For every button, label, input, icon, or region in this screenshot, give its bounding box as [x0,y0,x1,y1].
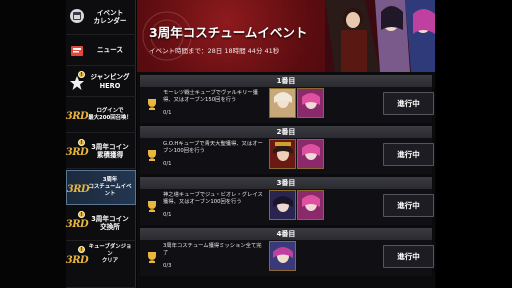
mission-description: 3周年コスチューム獲得ミッション全て完了 [163,243,262,257]
reward-thumbnails [269,241,325,271]
mission-status-button[interactable]: 進行中 [383,194,434,217]
reward-trophy-icon [148,201,156,212]
mission-list: 1番目 モーレツ戦士キューブでヴァルキリー獲得、又はオーブン150回を行う 0/… [137,72,435,288]
3rd-anniversary-icon: 3RD [65,218,89,230]
mission-header: 4番目 [140,228,432,240]
event-timer: イベント時間まで：28日 18時間 44分 41秒 [149,45,279,55]
news-icon [68,42,86,60]
3rd-anniversary-icon: 3RD [66,183,90,195]
mission-description: 神之塔キューブでジュ・ビオレ・グレイス獲得、又はオーブン100回を行う [163,192,263,206]
mission-status-button[interactable]: 進行中 [383,92,434,115]
costume-thumbnail [297,190,324,220]
mission-card: 1番目 モーレツ戦士キューブでヴァルキリー獲得、又はオーブン150回を行う 0/… [140,75,434,123]
sidebar-item-cube-dungeon[interactable]: 3RD ! キューブダンジョン クリア [66,242,136,288]
sidebar-item-label: 3周年コイン 累積獲得 [91,142,129,159]
right-pane [436,0,512,288]
mission-header: 3番目 [140,177,432,189]
mission-progress: 0/3 [163,263,172,269]
sidebar-item-label: 3周年 コスチュームイベント [88,177,132,197]
costume-thumbnail [269,88,296,118]
sidebar-item-login-summon[interactable]: 3RD ログインで 最大200回召喚！ [66,98,136,133]
notification-badge: ! [78,139,85,146]
mission-header: 1番目 [140,75,432,87]
costume-thumbnail [297,88,324,118]
mission-description: G.O.Hキューブで青天大聖獲得、又はオーブン100回を行う [163,141,263,155]
sidebar-item-event-calendar[interactable]: イベント カレンダー [66,0,136,35]
sidebar-item-label: 3周年コイン 交換所 [91,214,129,231]
page-title: 3周年コスチュームイベント [149,25,308,40]
sidebar: イベント カレンダー ニュース ! ジャンピング HERO 3RD ログインで … [66,0,136,288]
sidebar-item-label: ニュース [96,46,124,55]
mission-card: 3番目 神之塔キューブでジュ・ビオレ・グレイス獲得、又はオーブン100回を行う … [140,177,434,225]
mission-progress: 0/1 [163,110,172,116]
sidebar-item-coin-accumulate[interactable]: 3RD ! 3周年コイン 累積獲得 [66,134,136,169]
mission-description: モーレツ戦士キューブでヴァルキリー獲得、又はオーブン150回を行う [163,90,259,104]
timer-label: イベント時間まで： [149,47,208,55]
reward-thumbnails [269,88,325,118]
reward-trophy-icon [148,99,156,110]
screen: イベント カレンダー ニュース ! ジャンピング HERO 3RD ログインで … [0,0,512,288]
featured-characters-art [325,0,435,72]
sidebar-item-coin-exchange[interactable]: 3RD ! 3周年コイン 交換所 [66,206,136,241]
sidebar-item-label: キューブダンジョン クリア [88,244,132,264]
mission-card: 2番目 G.O.Hキューブで青天大聖獲得、又はオーブン100回を行う 0/1 進… [140,126,434,174]
notification-badge: ! [78,246,85,253]
sidebar-item-costume-event[interactable]: 3RD 3周年 コスチュームイベント [66,170,136,205]
mission-progress: 0/1 [163,161,172,167]
sidebar-item-news[interactable]: ニュース [66,36,136,66]
timer-value: 28日 18時間 44分 41秒 [207,47,280,55]
3rd-anniversary-icon: 3RD [65,146,89,158]
mission-header: 2番目 [140,126,432,138]
costume-thumbnail [269,139,296,169]
event-banner: 3周年コスチュームイベント イベント時間まで：28日 18時間 44分 41秒 [137,0,435,72]
mission-status-button[interactable]: 進行中 [383,245,434,268]
reward-trophy-icon [148,252,156,263]
sidebar-item-label: ログインで 最大200回召喚！ [88,108,132,121]
mission-status-button[interactable]: 進行中 [383,143,434,166]
calendar-icon [68,7,86,25]
notification-badge: ! [78,71,85,78]
3rd-anniversary-icon: 3RD [65,110,89,122]
costume-thumbnail [269,241,296,271]
sidebar-item-label: ジャンピング HERO [90,73,130,90]
mission-card: 4番目 3周年コスチューム獲得ミッション全て完了 0/3 進行中 [140,228,434,276]
mission-progress: 0/1 [163,212,172,218]
reward-thumbnails [269,139,325,169]
notification-badge: ! [78,211,85,218]
costume-thumbnail [297,139,324,169]
sidebar-item-label: イベント カレンダー [93,8,127,25]
costume-thumbnail [269,190,296,220]
sidebar-item-jumping-hero[interactable]: ! ジャンピング HERO [66,67,136,97]
3rd-anniversary-icon: 3RD [65,254,89,266]
reward-trophy-icon [148,150,156,161]
reward-thumbnails [269,190,325,220]
